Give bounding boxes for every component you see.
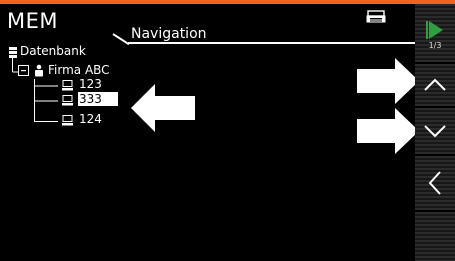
chevron-up-icon bbox=[424, 78, 446, 91]
arrow-left-icon bbox=[428, 171, 441, 195]
device-icon bbox=[62, 95, 73, 106]
tree-device-label[interactable]: 123 bbox=[79, 77, 102, 91]
chevron-down-icon bbox=[424, 125, 446, 138]
database-icon bbox=[9, 47, 17, 58]
arrow-pointing-right bbox=[357, 58, 415, 104]
back-button[interactable] bbox=[415, 156, 455, 210]
tree-device-label[interactable]: 124 bbox=[79, 112, 102, 126]
scroll-up-button[interactable] bbox=[415, 64, 455, 106]
collapse-toggle-icon[interactable] bbox=[18, 65, 29, 76]
selected-device-highlight[interactable]: 333 bbox=[78, 92, 118, 106]
arrow-pointing-right bbox=[357, 108, 415, 154]
customer-icon bbox=[35, 64, 43, 77]
play-next-icon bbox=[426, 21, 443, 39]
arrow-pointing-left bbox=[131, 84, 195, 132]
device-icon bbox=[62, 115, 73, 126]
tree-device-label-selected[interactable]: 333 bbox=[78, 92, 118, 106]
device-icon bbox=[62, 80, 73, 91]
page-indicator: 1/3 bbox=[428, 41, 442, 50]
scroll-down-button[interactable] bbox=[415, 108, 455, 154]
sidebar-divider bbox=[415, 210, 455, 212]
tree-root-label[interactable]: Datenbank bbox=[20, 44, 86, 58]
tree-connectors bbox=[12, 57, 58, 122]
main-screen: MEM Navigation Datenbank Firma ABC 123 3… bbox=[0, 4, 415, 261]
tree-customer-label[interactable]: Firma ABC bbox=[48, 63, 110, 77]
